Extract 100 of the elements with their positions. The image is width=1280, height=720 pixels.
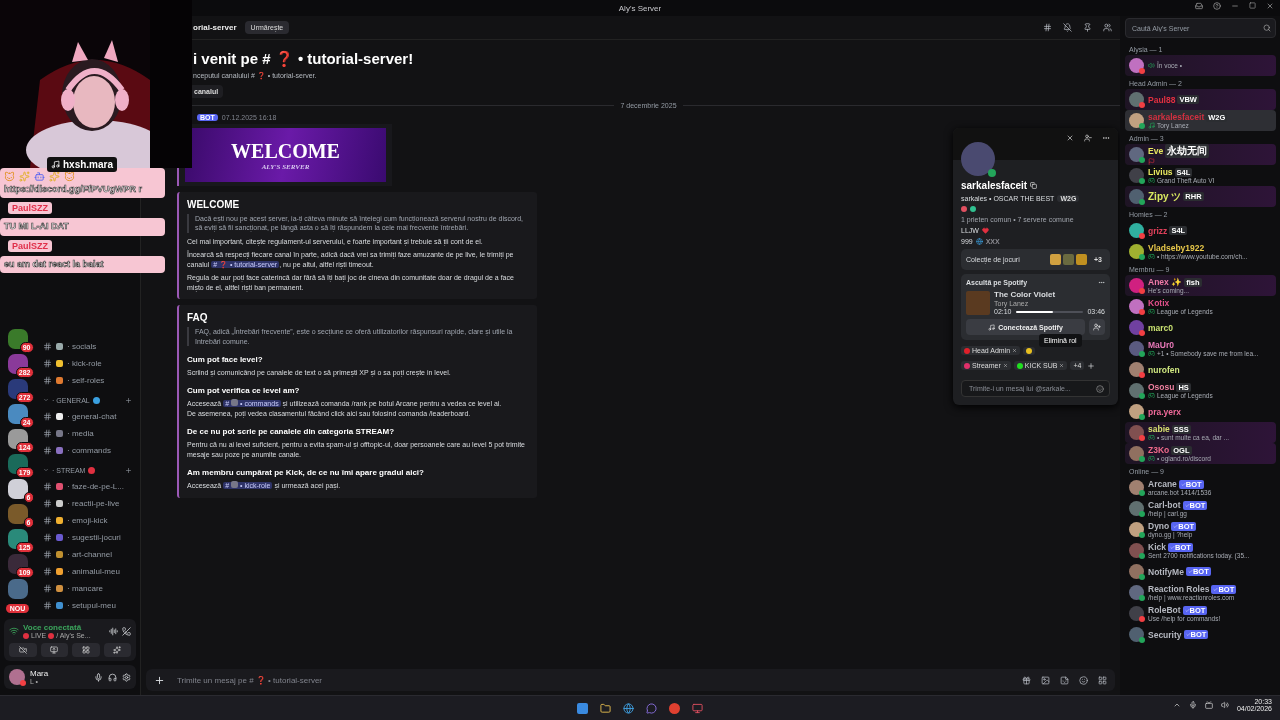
settings-icon[interactable] (122, 672, 131, 682)
waveform-icon[interactable] (109, 626, 118, 636)
song-title: The Color Violet (994, 290, 1057, 299)
app-icon[interactable] (692, 702, 703, 714)
sticker-icon[interactable] (1060, 675, 1069, 685)
globe-icon (975, 238, 983, 245)
member-name: Zipy ツ (1148, 189, 1182, 204)
member-name: Eve (1148, 146, 1164, 156)
emoji-icon[interactable] (1096, 384, 1104, 393)
attach-icon[interactable] (154, 674, 165, 686)
user-icon[interactable] (1084, 134, 1092, 142)
member-name: Livius (1148, 167, 1173, 177)
music-icon (988, 323, 996, 331)
role-chip[interactable] (1023, 346, 1036, 355)
live-dot-icon (48, 632, 55, 639)
copy-icon[interactable] (1030, 182, 1038, 189)
channel-name[interactable]: · art-channel (67, 549, 112, 559)
channel-name[interactable]: · media (67, 428, 94, 438)
check-icon (1185, 632, 1191, 637)
gamepad-icon (1148, 177, 1155, 184)
member-row[interactable]: Eve 永劫无间 (1125, 144, 1276, 165)
server-icon[interactable] (7, 354, 28, 374)
channel-name[interactable]: · reactii-pe-live (67, 498, 120, 508)
channel-name[interactable]: · mancare (67, 583, 103, 593)
member-row[interactable]: nurofen (1125, 359, 1276, 380)
channel-name[interactable]: · general-chat (67, 411, 117, 421)
gamepad-icon (1148, 434, 1155, 441)
gamepad-icon (1148, 350, 1155, 357)
channel-name[interactable]: · animalul-meu (67, 566, 120, 576)
emoji-icon (56, 429, 63, 437)
microphone-icon[interactable] (1188, 701, 1197, 709)
close-icon[interactable] (1266, 2, 1274, 10)
channel-name[interactable]: · socials (67, 341, 97, 351)
channel-name[interactable]: · sugestii-jocuri (67, 532, 121, 542)
threads-icon[interactable] (1043, 23, 1052, 32)
hash-icon (43, 411, 52, 421)
browser-icon[interactable] (623, 702, 634, 714)
add-icon[interactable] (125, 466, 132, 474)
windows-icon[interactable] (577, 702, 588, 714)
tray-caret-icon[interactable] (1172, 701, 1181, 709)
add-role-icon[interactable] (1087, 361, 1096, 370)
headphones-icon[interactable] (108, 672, 117, 682)
server-icon[interactable] (7, 554, 28, 574)
soundboard-button[interactable] (103, 643, 131, 657)
status-dot (20, 680, 26, 686)
gamepad-icon (1148, 455, 1155, 462)
hash-icon (43, 515, 52, 525)
check-icon (1184, 607, 1190, 613)
help-icon[interactable] (1213, 2, 1221, 10)
more-icon[interactable] (1102, 134, 1110, 142)
browser-icon[interactable] (669, 702, 680, 714)
members-icon[interactable] (1103, 23, 1112, 32)
chat-text: TU MI L-AI DAT (4, 221, 70, 233)
server-icon[interactable] (7, 479, 28, 499)
server-icon[interactable] (7, 529, 28, 549)
channel-name[interactable]: · setupul-meu (67, 600, 116, 610)
window-title: Aly's Server (618, 3, 662, 13)
invite-button[interactable] (1089, 319, 1105, 335)
channel-name[interactable]: · emoji-kick (67, 515, 108, 525)
maximize-icon[interactable] (1249, 2, 1256, 9)
emoji-icon (56, 446, 63, 454)
microphone-icon[interactable] (94, 672, 103, 682)
bell-muted-icon[interactable] (1063, 23, 1072, 32)
server-icon[interactable] (7, 379, 28, 399)
volume-icon[interactable] (1220, 701, 1229, 709)
channel-name[interactable]: · self-roles (67, 375, 105, 385)
faq-question: Cum pot face level? (187, 354, 264, 364)
emoji-icon (56, 412, 63, 420)
channel-name[interactable]: · faze-de-pe-L... (67, 481, 124, 491)
check-icon (1180, 481, 1186, 487)
server-icon[interactable] (7, 454, 28, 474)
inbox-icon[interactable] (1195, 2, 1203, 10)
chat-app-icon[interactable] (646, 702, 657, 714)
message-field[interactable]: Trimite un mesaj pe # ❓ • tutorial-server (146, 669, 1115, 691)
server-icon[interactable] (7, 329, 28, 349)
add-icon[interactable] (125, 396, 132, 404)
pin-icon[interactable] (1083, 23, 1092, 32)
faq-question: Cum pot verifica ce level am? (187, 386, 301, 396)
camera-button[interactable] (9, 643, 37, 657)
folder-icon[interactable] (600, 702, 611, 714)
member-name: marc0 (1148, 322, 1174, 333)
network-icon[interactable] (1204, 701, 1213, 709)
message-input[interactable]: Trimite un mesaj pe # ❓ • tutorial-server (175, 674, 1012, 686)
member-row[interactable]: marc0 (1125, 317, 1276, 338)
gift-icon[interactable] (1022, 675, 1031, 685)
member-name: Paul88 (1148, 94, 1176, 105)
apps-icon[interactable] (1098, 675, 1107, 685)
emoji-icon (56, 359, 63, 367)
activities-button[interactable] (72, 643, 100, 657)
member-name: Security (1148, 629, 1182, 640)
screen-share-button[interactable] (40, 643, 68, 657)
member-row[interactable]: pra.yerx (1125, 401, 1276, 422)
check-icon (1173, 523, 1179, 529)
disconnect-icon[interactable] (122, 626, 131, 636)
member-name: Carl-bot (1148, 500, 1181, 510)
emoji-icon[interactable] (1079, 675, 1088, 685)
emoji-icon (88, 466, 96, 474)
gif-icon[interactable] (1041, 675, 1050, 685)
channel-name[interactable]: · commands (67, 445, 111, 455)
channel-name[interactable]: · kick-role (67, 358, 102, 368)
